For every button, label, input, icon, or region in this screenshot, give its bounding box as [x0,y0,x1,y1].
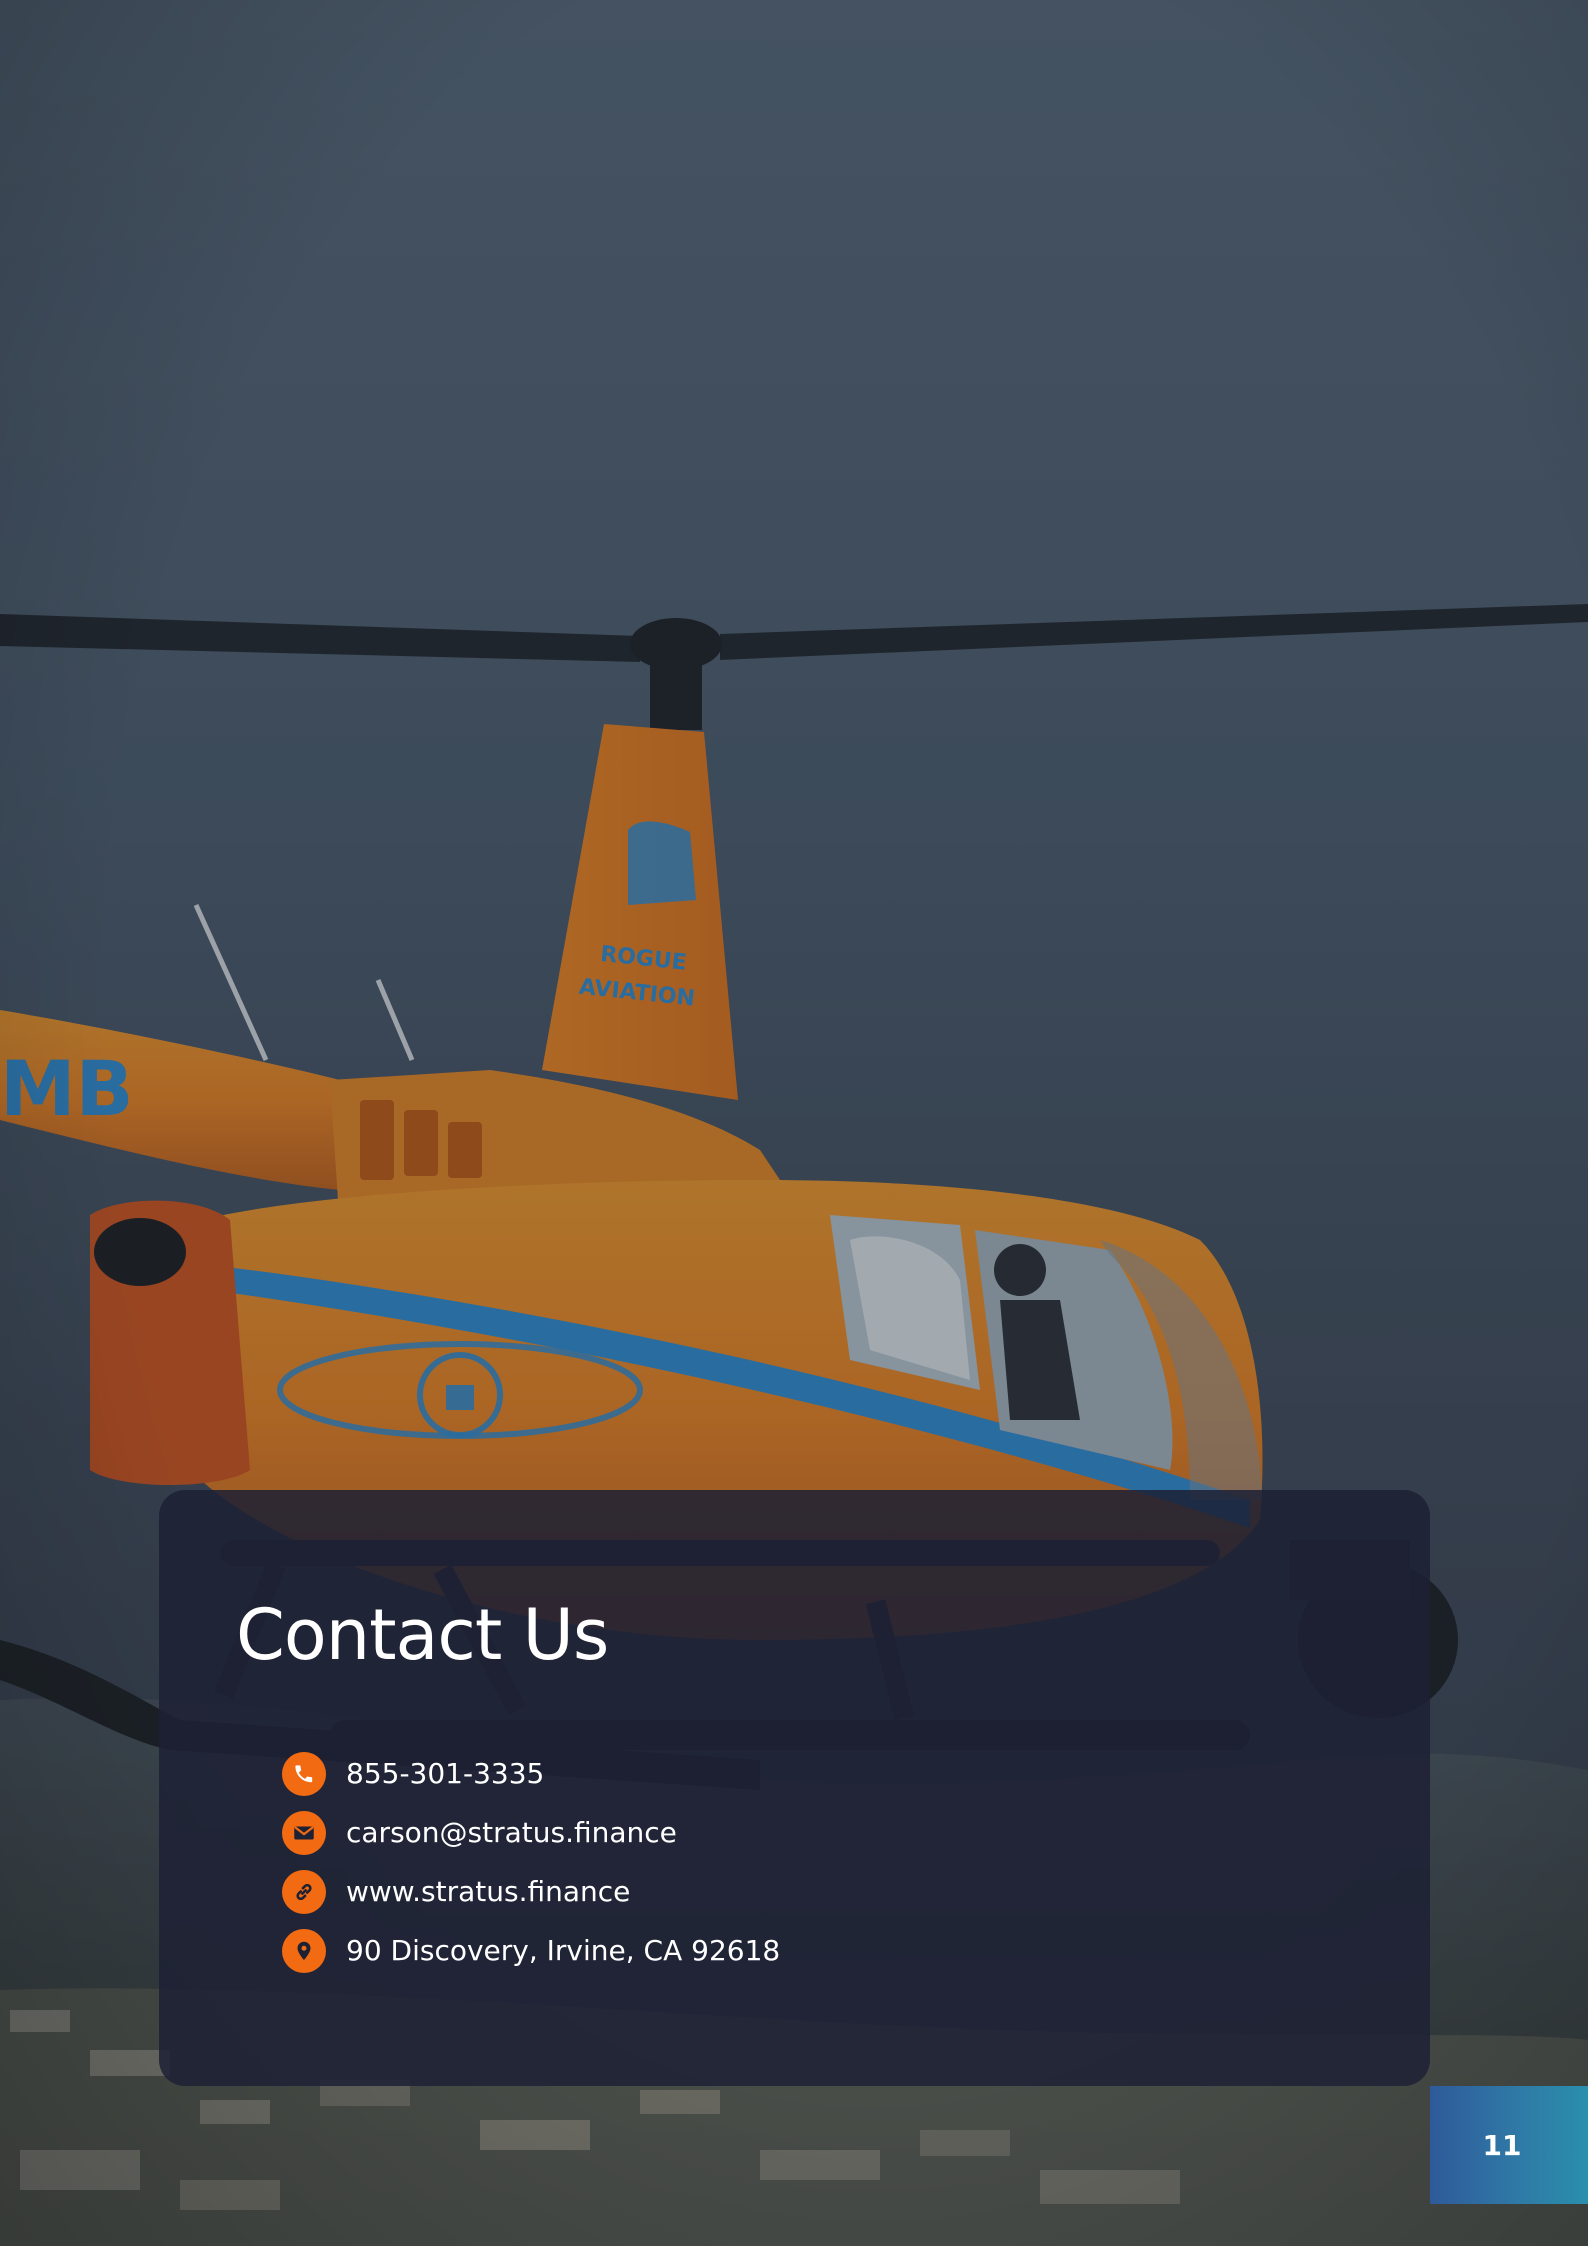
contact-item-website[interactable]: www.stratus.finance [282,1870,780,1914]
street-address: 90 Discovery, Irvine, CA 92618 [346,1934,781,1967]
contact-title: Contact Us [236,1594,609,1676]
page-number-tab: 11 [1430,2086,1588,2204]
contact-item-address[interactable]: 90 Discovery, Irvine, CA 92618 [282,1929,780,1973]
page: MB ROGUE AVIATION [0,0,1588,2246]
contact-item-email[interactable]: carson@stratus.finance [282,1811,780,1855]
phone-icon [282,1752,326,1796]
location-pin-icon [282,1929,326,1973]
contact-item-phone[interactable]: 855-301-3335 [282,1752,780,1796]
phone-number: 855-301-3335 [346,1757,545,1790]
link-icon [282,1870,326,1914]
mail-icon [282,1811,326,1855]
page-number: 11 [1482,2128,1522,2162]
email-address: carson@stratus.finance [346,1816,677,1849]
contact-list: 855-301-3335 carson@stratus.finance www.… [282,1752,780,1988]
website-url: www.stratus.finance [346,1875,631,1908]
